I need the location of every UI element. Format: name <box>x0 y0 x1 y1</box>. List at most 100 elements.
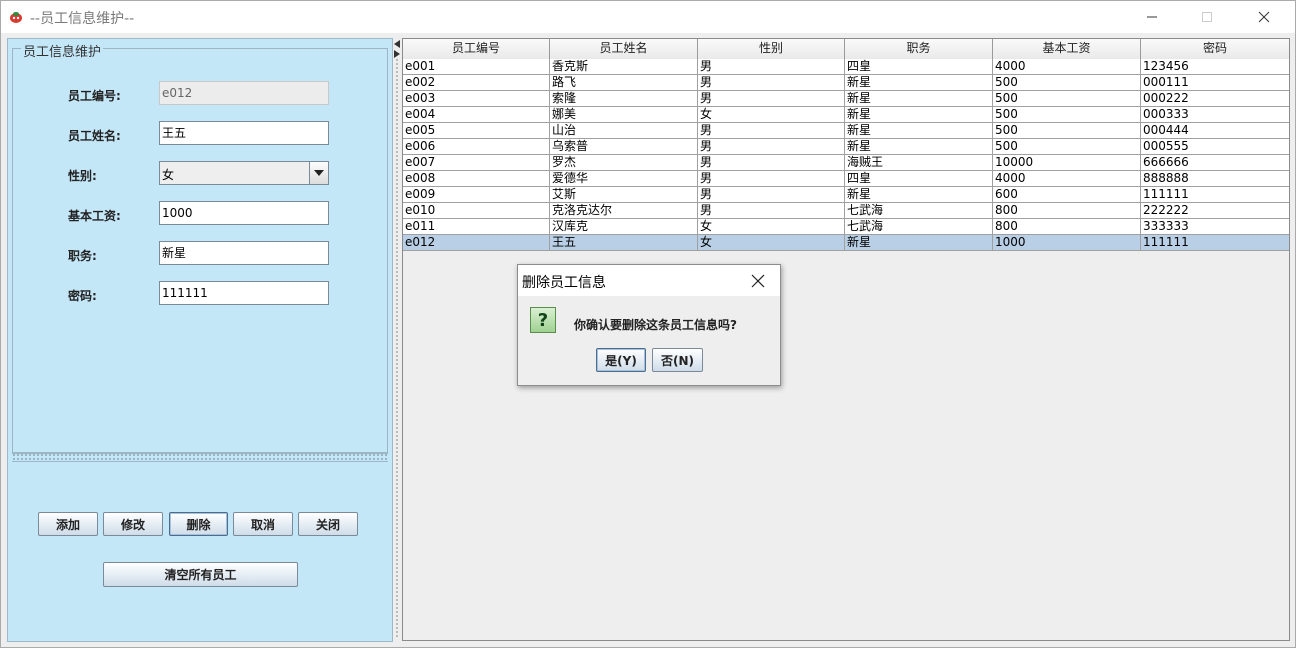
cell-password[interactable]: 333333 <box>1141 219 1289 235</box>
column-header-salary[interactable]: 基本工资 <box>993 39 1141 59</box>
cell-gender[interactable]: 男 <box>698 171 845 187</box>
cell-name[interactable]: 香克斯 <box>550 59 698 75</box>
cell-salary[interactable]: 600 <box>993 187 1141 203</box>
cell-salary[interactable]: 500 <box>993 107 1141 123</box>
cell-password[interactable]: 222222 <box>1141 203 1289 219</box>
column-header-id[interactable]: 员工编号 <box>403 39 550 59</box>
cell-id[interactable]: e009 <box>403 187 550 203</box>
cell-salary[interactable]: 1000 <box>993 235 1141 251</box>
cell-id[interactable]: e001 <box>403 59 550 75</box>
table-row[interactable]: e004 娜美女新星 500 000333 <box>403 107 1289 123</box>
cell-password[interactable]: 000222 <box>1141 91 1289 107</box>
cell-id[interactable]: e012 <box>403 235 550 251</box>
minimize-button[interactable] <box>1129 1 1175 33</box>
cell-name[interactable]: 汉库克 <box>550 219 698 235</box>
no-button[interactable]: 否(N) <box>652 348 703 372</box>
table-row[interactable]: e001 香克斯男四皇 4000 123456 <box>403 59 1289 75</box>
cell-gender[interactable]: 男 <box>698 123 845 139</box>
cell-gender[interactable]: 男 <box>698 203 845 219</box>
column-header-position[interactable]: 职务 <box>845 39 993 59</box>
cell-password[interactable]: 888888 <box>1141 171 1289 187</box>
table-row[interactable]: e003 索隆男新星 500 000222 <box>403 91 1289 107</box>
cell-name[interactable]: 王五 <box>550 235 698 251</box>
delete-button[interactable]: 删除 <box>169 512 228 536</box>
cell-gender[interactable]: 男 <box>698 187 845 203</box>
table-row[interactable]: e010 克洛克达尔男七武海 800 222222 <box>403 203 1289 219</box>
cell-id[interactable]: e007 <box>403 155 550 171</box>
cell-name[interactable]: 娜美 <box>550 107 698 123</box>
cell-gender[interactable]: 男 <box>698 139 845 155</box>
cell-salary[interactable]: 500 <box>993 75 1141 91</box>
cell-position[interactable]: 新星 <box>845 187 993 203</box>
dialog-close-button[interactable] <box>746 269 770 293</box>
close-button[interactable]: 关闭 <box>298 512 358 536</box>
salary-field[interactable]: 1000 <box>159 201 329 225</box>
cell-gender[interactable]: 男 <box>698 59 845 75</box>
table-row[interactable]: e012 王五女新星 1000 111111 <box>403 235 1289 251</box>
table-row[interactable]: e002 路飞男新星 500 000111 <box>403 75 1289 91</box>
cell-id[interactable]: e008 <box>403 171 550 187</box>
maximize-button[interactable] <box>1184 1 1230 33</box>
cell-salary[interactable]: 800 <box>993 203 1141 219</box>
cell-position[interactable]: 新星 <box>845 123 993 139</box>
cell-position[interactable]: 四皇 <box>845 59 993 75</box>
add-button[interactable]: 添加 <box>38 512 98 536</box>
cell-position[interactable]: 新星 <box>845 107 993 123</box>
column-header-password[interactable]: 密码 <box>1141 39 1289 59</box>
table-row[interactable]: e008 爱德华男四皇 4000 888888 <box>403 171 1289 187</box>
dialog-title-bar[interactable]: 删除员工信息 <box>518 265 780 296</box>
cell-password[interactable]: 111111 <box>1141 235 1289 251</box>
cell-salary[interactable]: 500 <box>993 91 1141 107</box>
cell-name[interactable]: 罗杰 <box>550 155 698 171</box>
cell-salary[interactable]: 500 <box>993 139 1141 155</box>
cell-name[interactable]: 艾斯 <box>550 187 698 203</box>
cell-position[interactable]: 新星 <box>845 139 993 155</box>
table-row[interactable]: e007 罗杰男海贼王 10000 666666 <box>403 155 1289 171</box>
cell-position[interactable]: 新星 <box>845 235 993 251</box>
employee-id-field[interactable]: e012 <box>159 81 329 105</box>
close-window-button[interactable] <box>1241 1 1287 33</box>
cell-password[interactable]: 000444 <box>1141 123 1289 139</box>
cell-salary[interactable]: 4000 <box>993 59 1141 75</box>
cell-password[interactable]: 666666 <box>1141 155 1289 171</box>
cell-id[interactable]: e005 <box>403 123 550 139</box>
cell-password[interactable]: 000111 <box>1141 75 1289 91</box>
column-header-name[interactable]: 员工姓名 <box>550 39 698 59</box>
cell-position[interactable]: 新星 <box>845 91 993 107</box>
cell-gender[interactable]: 女 <box>698 107 845 123</box>
cell-salary[interactable]: 4000 <box>993 171 1141 187</box>
cell-gender[interactable]: 女 <box>698 235 845 251</box>
cell-password[interactable]: 000333 <box>1141 107 1289 123</box>
expand-right-arrow-icon[interactable] <box>394 50 400 58</box>
cell-gender[interactable]: 男 <box>698 75 845 91</box>
table-row[interactable]: e009 艾斯男新星 600 111111 <box>403 187 1289 203</box>
modify-button[interactable]: 修改 <box>103 512 163 536</box>
gender-select[interactable]: 女 <box>159 161 329 185</box>
cell-position[interactable]: 新星 <box>845 75 993 91</box>
cell-salary[interactable]: 500 <box>993 123 1141 139</box>
title-bar[interactable]: --员工信息维护-- <box>1 1 1295 33</box>
collapse-left-arrow-icon[interactable] <box>394 40 400 48</box>
cell-position[interactable]: 七武海 <box>845 203 993 219</box>
cell-id[interactable]: e004 <box>403 107 550 123</box>
cell-id[interactable]: e010 <box>403 203 550 219</box>
position-field[interactable]: 新星 <box>159 241 329 265</box>
clear-all-employees-button[interactable]: 清空所有员工 <box>103 562 298 587</box>
cell-gender[interactable]: 男 <box>698 91 845 107</box>
dropdown-arrow-button[interactable] <box>309 162 328 184</box>
main-split-divider[interactable] <box>393 38 401 642</box>
table-row[interactable]: e011 汉库克女七武海 800 333333 <box>403 219 1289 235</box>
cell-id[interactable]: e002 <box>403 75 550 91</box>
cell-salary[interactable]: 800 <box>993 219 1141 235</box>
cell-gender[interactable]: 女 <box>698 219 845 235</box>
cell-gender[interactable]: 男 <box>698 155 845 171</box>
cell-id[interactable]: e011 <box>403 219 550 235</box>
cell-position[interactable]: 四皇 <box>845 171 993 187</box>
cell-name[interactable]: 路飞 <box>550 75 698 91</box>
yes-button[interactable]: 是(Y) <box>596 348 646 372</box>
cell-id[interactable]: e006 <box>403 139 550 155</box>
cell-name[interactable]: 山治 <box>550 123 698 139</box>
cell-position[interactable]: 海贼王 <box>845 155 993 171</box>
cell-name[interactable]: 爱德华 <box>550 171 698 187</box>
cell-password[interactable]: 000555 <box>1141 139 1289 155</box>
